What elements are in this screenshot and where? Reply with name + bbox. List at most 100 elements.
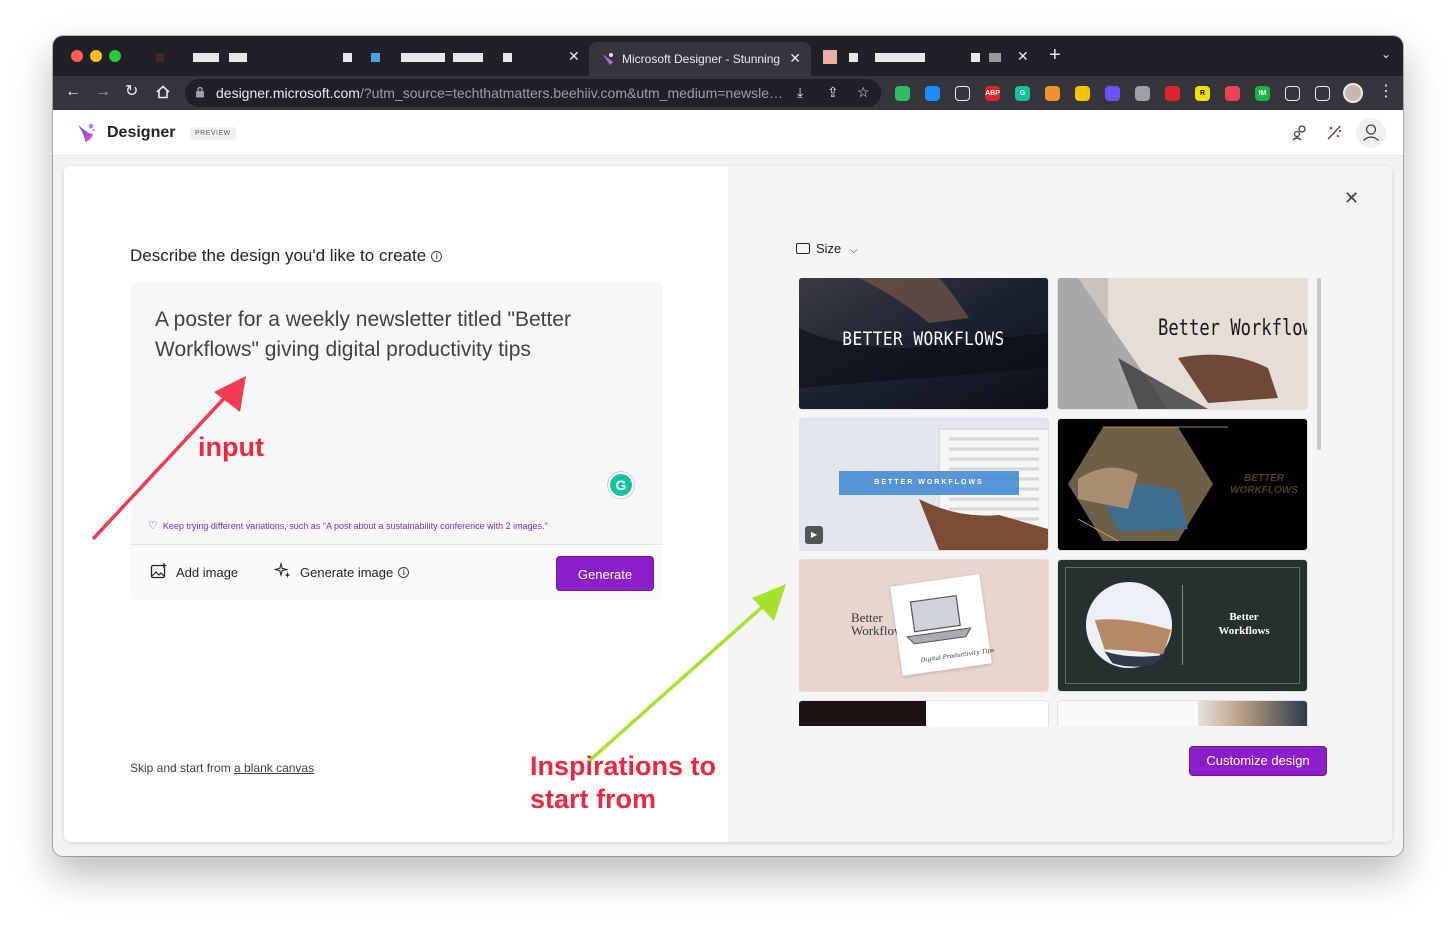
card-title: BETTER WORKFLOWS (839, 471, 1019, 495)
template-card[interactable] (1058, 701, 1307, 726)
bookmark-star-icon[interactable]: ☆ (857, 84, 870, 101)
url-text: designer.microsoft.com/?utm_source=techt… (216, 85, 786, 101)
inspiration-scrollbar[interactable] (1317, 278, 1321, 450)
template-card[interactable]: BETTER WORKFLOWS (1058, 419, 1307, 550)
blank-canvas-link[interactable]: a blank canvas (234, 761, 314, 775)
person-icon (1363, 124, 1379, 141)
forward-arrow-icon[interactable]: → (95, 82, 111, 102)
generate-image-label: Generate image (300, 565, 394, 580)
template-card[interactable]: BETTER WORKFLOWS (799, 278, 1048, 409)
lock-icon (196, 86, 204, 98)
bird-icon[interactable] (1135, 86, 1150, 101)
card-title: Better Workflows (1158, 316, 1307, 341)
red-circle-icon[interactable] (1165, 86, 1180, 101)
extension-5-icon[interactable] (955, 86, 970, 101)
template-card[interactable] (799, 701, 1048, 726)
people-icon[interactable] (1291, 124, 1309, 142)
card-title-line1: Better (1229, 611, 1259, 623)
inspiration-pane: ✕ Size ⌵ BETTER WORKFLOWS Better Workflo… (728, 166, 1392, 842)
grammarly-icon[interactable]: G (1015, 86, 1030, 101)
circle-hands-image (1085, 581, 1173, 669)
polaroid-frame: Digital Productivity Tips (890, 574, 995, 676)
prompt-hint: ♡ Keep trying different variations, such … (148, 519, 648, 532)
create-design-dialog: Describe the design you'd like to create… (64, 166, 1392, 842)
reload-icon[interactable]: ↻ (125, 82, 138, 102)
url-host: designer.microsoft.com (216, 85, 360, 101)
asterisk-icon[interactable] (1105, 86, 1120, 101)
im-icon[interactable]: IM (1255, 86, 1270, 101)
minimize-window-button[interactable] (90, 50, 102, 62)
divider (1182, 585, 1183, 665)
dropper-icon[interactable] (1045, 86, 1060, 101)
prompt-pane: Describe the design you'd like to create… (64, 166, 728, 842)
customize-design-button[interactable]: Customize design (1189, 746, 1327, 776)
close-dialog-icon[interactable]: ✕ (1344, 188, 1359, 208)
template-card[interactable]: Better Workflows (1058, 278, 1307, 409)
zoom-window-button[interactable] (109, 50, 121, 62)
template-card[interactable]: Better Workflows Digital Productivity Ti… (799, 560, 1048, 691)
designer-logo-icon[interactable] (73, 121, 97, 145)
inspirations-annotation-line2: start from (530, 784, 657, 814)
rewards-sparkle-icon[interactable] (1325, 124, 1343, 142)
card-image-partial (799, 701, 926, 726)
close-window-button[interactable] (71, 50, 83, 62)
account-avatar[interactable] (1356, 118, 1386, 148)
info-icon[interactable]: i (431, 251, 443, 262)
generate-image-button[interactable]: Generate image i (300, 565, 410, 580)
home-icon[interactable] (155, 84, 171, 100)
active-tab-title: Microsoft Designer - Stunning designs in… (622, 52, 784, 66)
generate-button[interactable]: Generate (556, 556, 654, 591)
prompt-textarea[interactable]: A poster for a weekly newsletter titled … (155, 305, 635, 365)
new-tab-button[interactable]: + (1049, 44, 1061, 67)
template-card[interactable]: Better Workflows (1058, 560, 1307, 691)
lightbulb-icon: ♡ (148, 520, 158, 532)
input-annotation: input (198, 432, 264, 462)
brand-name: Designer (107, 124, 176, 141)
template-card[interactable]: BETTER WORKFLOWS ▶ (799, 419, 1048, 550)
sparkle-icon[interactable] (274, 562, 292, 580)
prompt-heading-text: Describe the design you'd like to create (130, 246, 427, 265)
prompt-actions: Add image Generate image i Generate (130, 544, 663, 600)
card-title-line2: Workflows (1218, 625, 1270, 637)
inspirations-annotation-line1: Inspirations to (530, 751, 717, 781)
laptop-typing-image (1058, 278, 1307, 409)
back-arrow-icon[interactable]: ← (65, 82, 81, 102)
browser-menu-icon[interactable]: ⋮ (1378, 82, 1394, 102)
size-label: Size (816, 241, 842, 256)
add-image-button[interactable]: Add image (176, 565, 238, 580)
reader-icon[interactable]: R (1195, 86, 1210, 101)
grammarly-icon[interactable]: G (608, 472, 634, 498)
skip-text: Skip and start from a blank canvas (130, 761, 314, 775)
designer-favicon-icon (602, 53, 613, 65)
share-icon[interactable]: ⇪ (827, 84, 839, 101)
prompt-heading: Describe the design you'd like to create… (130, 246, 443, 266)
tab-strip: ✕ Microsoft Designer - Stunning designs … (53, 36, 1403, 76)
close-tab-icon[interactable]: ✕ (1017, 48, 1029, 64)
video-play-icon[interactable]: ▶ (805, 526, 823, 544)
browser-toolbar: ← → ↻ designer.microsoft.com/?utm_source… (53, 76, 1403, 110)
info-icon[interactable]: i (398, 567, 410, 578)
close-tab-icon[interactable]: ✕ (568, 48, 580, 64)
address-bar[interactable]: designer.microsoft.com/?utm_source=techt… (185, 79, 881, 107)
adblock-plus-icon[interactable]: ABP (985, 86, 1000, 101)
install-app-icon[interactable]: ⤓ (797, 84, 803, 101)
tab-microsoft-designer[interactable]: Microsoft Designer - Stunning designs in… (589, 42, 811, 76)
puzzle-icon[interactable] (1285, 86, 1300, 101)
add-image-icon[interactable] (150, 562, 168, 580)
stripes-icon[interactable] (1075, 86, 1090, 101)
card-title: BETTER WORKFLOWS (842, 328, 1005, 350)
resize-icon (796, 243, 810, 254)
sidebar-icon[interactable] (1315, 86, 1330, 101)
1password-icon[interactable] (925, 86, 940, 101)
tab-search-chevron-icon[interactable]: ⌄ (1381, 47, 1391, 61)
close-tab-icon[interactable]: ✕ (789, 50, 801, 67)
preview-badge: PREVIEW (190, 127, 236, 140)
size-dropdown[interactable]: Size ⌵ (796, 241, 858, 256)
pocket-icon[interactable] (1225, 86, 1240, 101)
url-query: /?utm_source=techthatmatters.beehiiv.com… (359, 85, 786, 101)
evernote-icon[interactable] (895, 86, 910, 101)
card-title: Better Workflows (1194, 610, 1294, 638)
card-title: BETTER WORKFLOWS (1230, 473, 1298, 496)
app-header: Designer PREVIEW (53, 110, 1403, 156)
profile-avatar[interactable] (1343, 83, 1363, 103)
